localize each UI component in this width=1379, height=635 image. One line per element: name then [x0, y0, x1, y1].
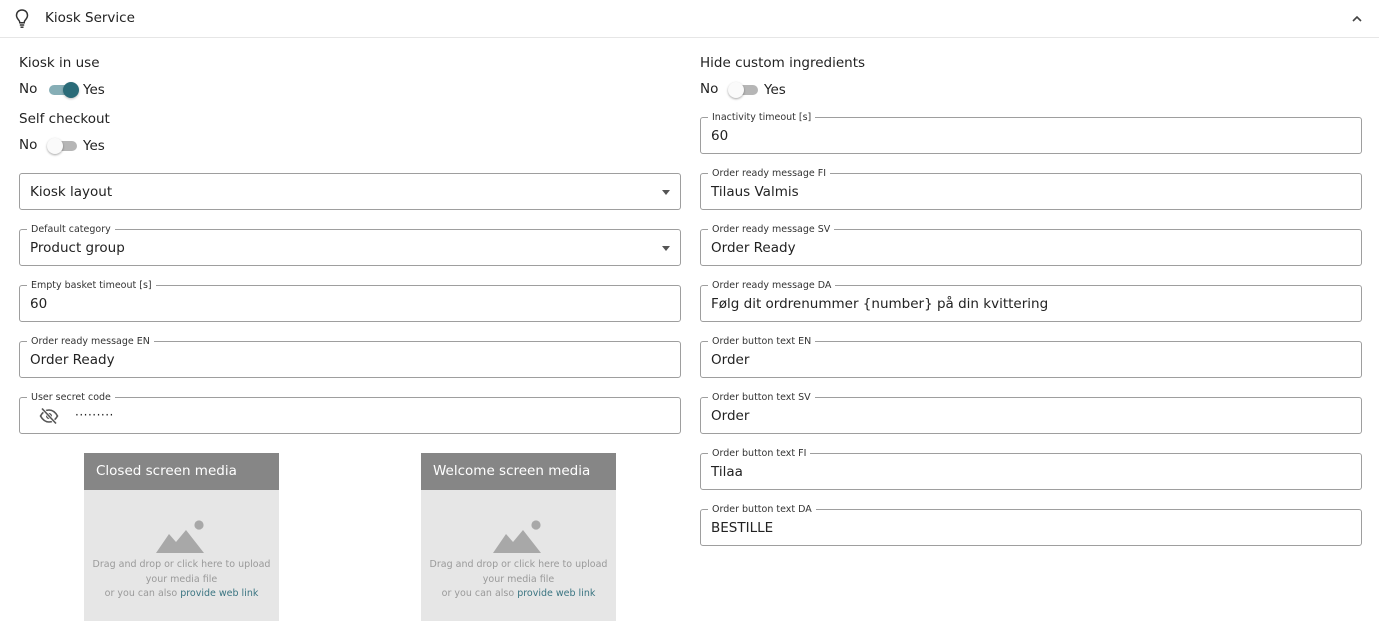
user-secret-code-field[interactable]: User secret code ·········	[19, 392, 681, 434]
order-ready-da-label: Order ready message DA	[708, 280, 836, 291]
default-category-select[interactable]: Default category Product group	[19, 224, 681, 266]
empty-basket-timeout-label: Empty basket timeout [s]	[27, 280, 156, 291]
order-button-sv-field[interactable]: Order button text SV Order	[700, 392, 1362, 434]
upload-hint-text: or you can also	[104, 588, 181, 599]
closed-screen-media-title: Closed screen media	[84, 453, 279, 490]
image-placeholder-icon	[493, 520, 541, 553]
hide-custom-ingredients-label: Hide custom ingredients	[700, 55, 866, 71]
order-ready-da-value: Følg dit ordrenummer {number} på din kvi…	[711, 296, 1049, 312]
order-ready-sv-field[interactable]: Order ready message SV Order Ready	[700, 224, 1362, 266]
order-button-da-field[interactable]: Order button text DA BESTILLE	[700, 504, 1362, 546]
upload-hint-line: or you can also provide web link	[84, 587, 279, 602]
welcome-screen-media-hint: Drag and drop or click here to upload yo…	[421, 558, 616, 602]
provide-web-link[interactable]: provide web link	[517, 588, 595, 599]
secret-code-masked-value: ·········	[75, 408, 114, 422]
default-category-value: Product group	[30, 240, 125, 256]
user-secret-code-label: User secret code	[27, 392, 115, 403]
lightbulb-icon	[15, 9, 29, 28]
upload-hint-line: Drag and drop or click here to upload	[92, 559, 271, 570]
kiosk-layout-placeholder: Kiosk layout	[30, 184, 113, 200]
welcome-screen-media-title: Welcome screen media	[421, 453, 616, 490]
inactivity-timeout-field[interactable]: Inactivity timeout [s] 60	[700, 112, 1362, 154]
order-button-fi-value: Tilaa	[711, 464, 743, 480]
order-button-en-value: Order	[711, 352, 750, 368]
upload-hint-line: or you can also provide web link	[421, 587, 616, 602]
closed-screen-media-uploader[interactable]: Closed screen media Drag and drop or cli…	[84, 453, 279, 621]
dropdown-arrow-icon	[662, 246, 670, 251]
toggle-yes-label: Yes	[764, 82, 786, 98]
section-header[interactable]: Kiosk Service	[0, 0, 1379, 38]
upload-hint-line: your media file	[145, 573, 218, 585]
order-ready-sv-value: Order Ready	[711, 240, 796, 256]
toggle-no-label: No	[700, 81, 719, 97]
order-ready-fi-field[interactable]: Order ready message FI Tilaus Valmis	[700, 168, 1362, 210]
order-ready-fi-value: Tilaus Valmis	[711, 184, 799, 200]
empty-basket-timeout-value: 60	[30, 296, 48, 312]
hide-custom-ingredients-switch[interactable]	[728, 82, 760, 98]
closed-screen-media-hint: Drag and drop or click here to upload yo…	[84, 558, 279, 602]
toggle-no-label: No	[19, 137, 38, 153]
self-checkout-toggle-row: No Yes	[19, 136, 119, 156]
toggle-no-label: No	[19, 81, 38, 97]
toggle-yes-label: Yes	[83, 82, 105, 98]
order-ready-fi-label: Order ready message FI	[708, 168, 831, 179]
order-ready-sv-label: Order ready message SV	[708, 224, 835, 235]
order-button-fi-field[interactable]: Order button text FI Tilaa	[700, 448, 1362, 490]
toggle-yes-label: Yes	[83, 138, 105, 154]
dropdown-arrow-icon	[662, 190, 670, 195]
self-checkout-switch[interactable]	[47, 138, 79, 154]
upload-hint-line: your media file	[482, 573, 555, 585]
chevron-up-icon[interactable]	[1350, 12, 1364, 26]
order-ready-en-field[interactable]: Order ready message EN Order Ready	[19, 336, 681, 378]
empty-basket-timeout-field[interactable]: Empty basket timeout [s] 60	[19, 280, 681, 322]
order-button-en-label: Order button text EN	[708, 336, 816, 347]
order-button-sv-label: Order button text SV	[708, 392, 815, 403]
inactivity-timeout-label: Inactivity timeout [s]	[708, 112, 816, 123]
default-category-label: Default category	[27, 224, 115, 235]
order-ready-en-label: Order ready message EN	[27, 336, 154, 347]
self-checkout-label: Self checkout	[19, 111, 110, 127]
upload-hint-line: Drag and drop or click here to upload	[429, 559, 608, 570]
order-ready-en-value: Order Ready	[30, 352, 115, 368]
kiosk-layout-select[interactable]: Kiosk layout	[19, 173, 681, 210]
order-button-en-field[interactable]: Order button text EN Order	[700, 336, 1362, 378]
visibility-off-icon[interactable]	[39, 407, 59, 425]
order-button-da-value: BESTILLE	[711, 520, 774, 536]
order-button-fi-label: Order button text FI	[708, 448, 811, 459]
welcome-screen-media-uploader[interactable]: Welcome screen media Drag and drop or cl…	[421, 453, 616, 621]
kiosk-in-use-toggle-row: No Yes	[19, 80, 119, 100]
hide-custom-ingredients-toggle-row: No Yes	[700, 80, 800, 100]
inactivity-timeout-value: 60	[711, 128, 729, 144]
order-button-da-label: Order button text DA	[708, 504, 816, 515]
kiosk-in-use-label: Kiosk in use	[19, 55, 100, 71]
upload-hint-text: or you can also	[441, 588, 518, 599]
provide-web-link[interactable]: provide web link	[180, 588, 258, 599]
order-button-sv-value: Order	[711, 408, 750, 424]
order-ready-da-field[interactable]: Order ready message DA Følg dit ordrenum…	[700, 280, 1362, 322]
section-title: Kiosk Service	[45, 10, 135, 26]
kiosk-in-use-switch[interactable]	[47, 82, 79, 98]
image-placeholder-icon	[156, 520, 204, 553]
